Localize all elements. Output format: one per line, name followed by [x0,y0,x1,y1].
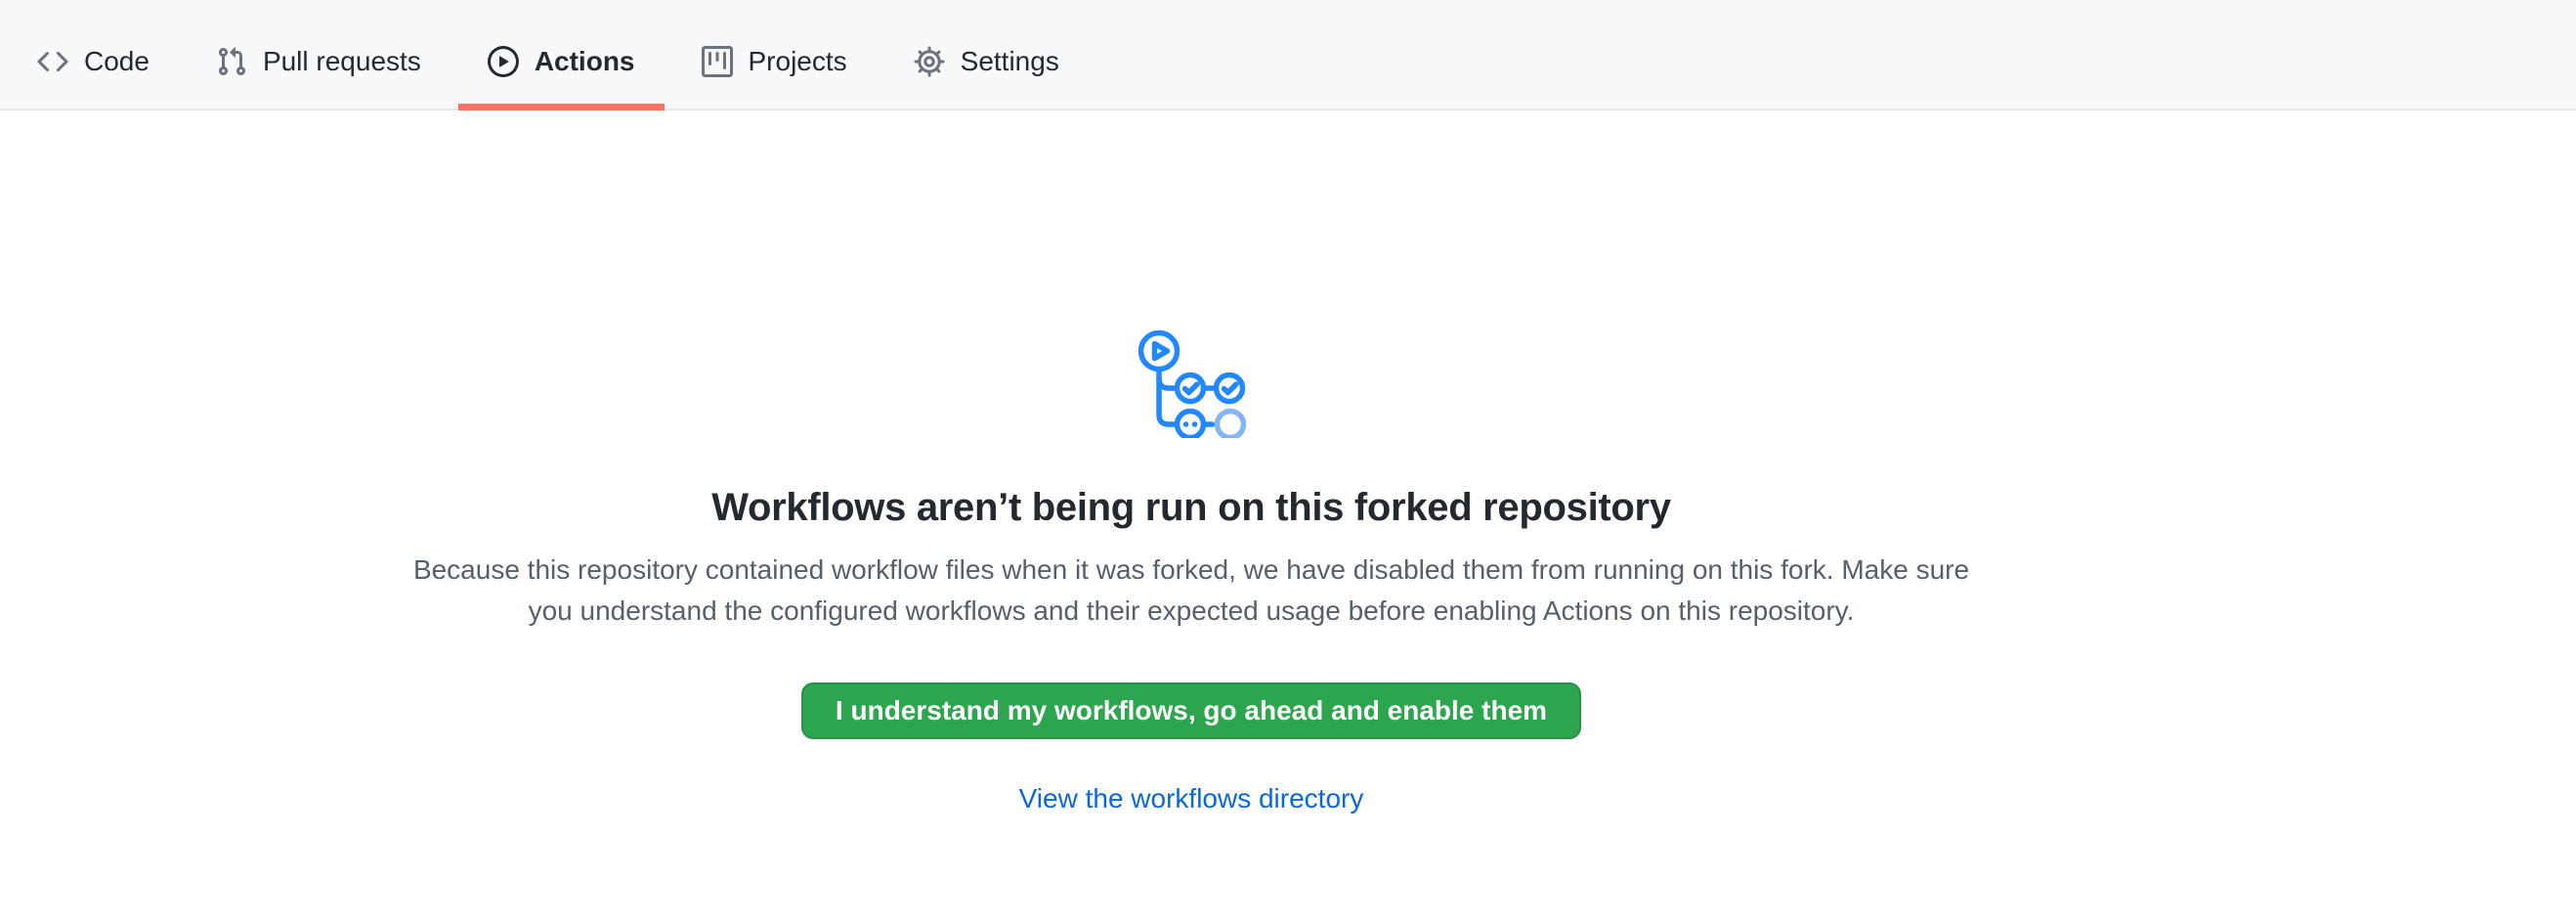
tab-projects[interactable]: Projects [672,0,877,109]
gear-icon [914,46,945,77]
actions-blankslate: Workflows aren’t being run on this forke… [0,110,2576,815]
tab-code[interactable]: Code [8,0,179,109]
tab-label: Code [84,48,150,75]
tab-label: Actions [535,48,635,75]
tab-settings[interactable]: Settings [884,0,1089,109]
code-icon [37,46,68,77]
project-icon [702,46,733,77]
play-icon [488,46,519,77]
view-workflows-directory-link[interactable]: View the workflows directory [1019,783,1364,813]
git-pull-request-icon [216,46,247,77]
tab-label: Pull requests [263,48,421,75]
repo-tab-bar: Code Pull requests Actions Projects [0,0,2576,110]
active-tab-underline [458,104,665,110]
blankslate-description: Because this repository contained workfl… [405,549,1978,632]
tab-label: Settings [961,48,1059,75]
workflow-graph-icon [1137,329,1246,438]
tab-label: Projects [749,48,847,75]
tab-pull-requests[interactable]: Pull requests [187,0,451,109]
blankslate-heading: Workflows aren’t being run on this forke… [370,483,2012,532]
enable-workflows-button[interactable]: I understand my workflows, go ahead and … [801,682,1581,739]
tab-actions[interactable]: Actions [458,0,665,109]
